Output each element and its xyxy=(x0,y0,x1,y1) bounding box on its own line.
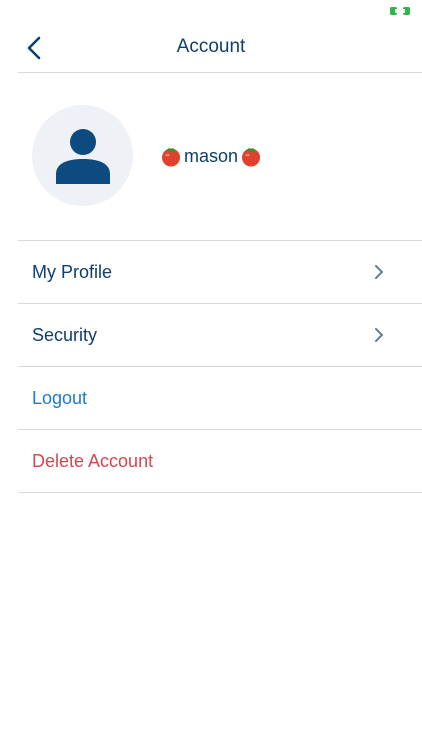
status-bar xyxy=(0,0,422,22)
profile-header: mason xyxy=(32,105,422,207)
chevron-right-icon xyxy=(375,265,383,279)
username: mason xyxy=(160,145,262,167)
menu-item-label: Delete Account xyxy=(32,451,154,471)
menu-item-my-profile[interactable]: My Profile xyxy=(18,241,422,303)
divider xyxy=(18,72,422,73)
tomato-icon xyxy=(162,147,180,167)
menu-item-label: Logout xyxy=(32,388,88,408)
user-icon xyxy=(55,128,110,184)
avatar[interactable] xyxy=(32,105,133,206)
username-text: mason xyxy=(184,145,239,166)
menu-item-security[interactable]: Security xyxy=(18,304,422,366)
divider xyxy=(18,492,422,493)
tomato-icon xyxy=(242,147,261,167)
nav-bar: Account xyxy=(0,24,422,72)
menu-item-label: Security xyxy=(32,325,98,345)
menu-item-label: My Profile xyxy=(32,262,113,282)
page-title: Account xyxy=(176,36,246,57)
battery-icon xyxy=(390,7,410,15)
chevron-right-icon xyxy=(375,328,383,342)
menu-item-logout[interactable]: Logout xyxy=(18,367,422,429)
menu-item-delete-account[interactable]: Delete Account xyxy=(18,430,422,492)
